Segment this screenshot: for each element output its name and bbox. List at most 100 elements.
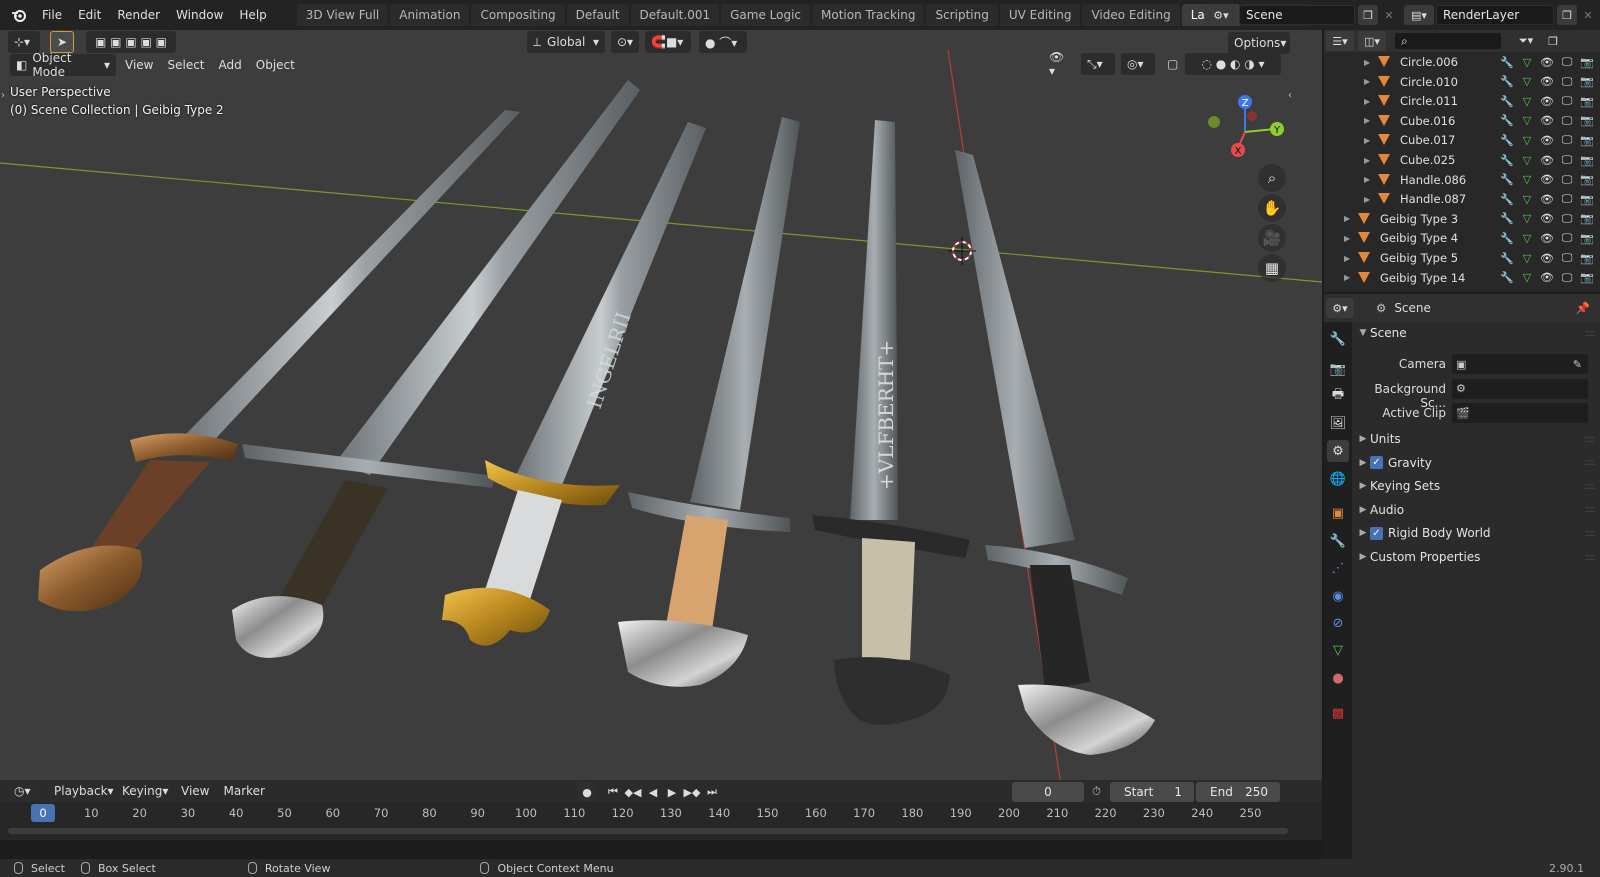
options-dropdown[interactable]: Options ▾	[1228, 32, 1290, 54]
camera-render-icon[interactable]: 📷	[1580, 55, 1594, 69]
outliner-item[interactable]: ▶ Handle.087 🔧 ▽ 👁 🖵 📷	[1324, 189, 1600, 209]
shading-mode-icons[interactable]: ◌ ● ◐ ◑ ▾	[1185, 53, 1281, 75]
timeline-menu-marker[interactable]: Marker	[216, 784, 271, 798]
expand-arrow-icon[interactable]: ▶	[1344, 254, 1350, 263]
eye-icon[interactable]: 👁	[1540, 75, 1554, 89]
toolbar-toggle-icon[interactable]: ›	[1, 90, 5, 101]
expand-arrow-icon[interactable]: ▶	[1344, 234, 1350, 243]
eye-icon[interactable]: 👁	[1540, 114, 1554, 128]
menu-edit[interactable]: Edit	[70, 8, 109, 22]
workspace-tab-game-logic[interactable]: Game Logic	[721, 4, 811, 26]
sidebar-toggle-icon[interactable]: ‹	[1288, 90, 1292, 101]
monitor-icon[interactable]: 🖵	[1560, 192, 1574, 206]
workspace-tab-animation[interactable]: Animation	[390, 4, 470, 26]
world-tab-icon[interactable]: 🌐	[1327, 468, 1349, 490]
prev-keyframe-icon[interactable]: ◆◀	[624, 782, 642, 802]
menu-window[interactable]: Window	[168, 8, 231, 22]
physics-tab-icon[interactable]: ◉	[1327, 585, 1349, 607]
jump-start-icon[interactable]: ⏮	[605, 782, 621, 802]
eye-icon[interactable]: 👁	[1540, 55, 1554, 69]
viewport-menu-view[interactable]: View	[118, 58, 160, 72]
new-view-layer-icon[interactable]: ❐	[1557, 5, 1577, 25]
transform-orientation[interactable]: ⟂ Global ▾	[527, 31, 605, 53]
select-tool-icon[interactable]: ➤	[50, 31, 74, 53]
outliner-item[interactable]: ▶ Circle.006 🔧 ▽ 👁 🖵 📷	[1324, 52, 1600, 72]
constraints-tab-icon[interactable]: ⊘	[1327, 612, 1349, 634]
start-frame-field[interactable]: Start 1	[1110, 782, 1194, 802]
material-tab-icon[interactable]: ●	[1327, 667, 1349, 689]
viewport-menu-object[interactable]: Object	[249, 58, 302, 72]
workspace-tab-default[interactable]: Default	[566, 4, 629, 26]
object-tab-icon[interactable]: ▣	[1327, 502, 1349, 524]
xray-toggle-icon[interactable]: ▢	[1161, 53, 1181, 75]
scene-panel-header[interactable]: ▼ Scene::::	[1356, 322, 1600, 344]
expand-arrow-icon[interactable]: ▶	[1344, 273, 1350, 282]
monitor-icon[interactable]: 🖵	[1560, 114, 1574, 128]
end-frame-field[interactable]: End 250	[1196, 782, 1280, 802]
expand-arrow-icon[interactable]: ▶	[1364, 58, 1370, 67]
workspace-tab-motion-tracking[interactable]: Motion Tracking	[812, 4, 925, 26]
scene-browse-icon[interactable]: ⚙▾	[1205, 5, 1237, 25]
eye-icon[interactable]: 👁	[1540, 173, 1554, 187]
view-layer-tab-icon[interactable]: 🖼	[1327, 412, 1349, 434]
visibility-icon[interactable]: 👁▾	[1043, 50, 1075, 78]
monitor-icon[interactable]: 🖵	[1560, 55, 1574, 69]
menu-render[interactable]: Render	[109, 8, 168, 22]
workspace-tab-video-editing[interactable]: Video Editing	[1082, 4, 1180, 26]
output-tab-icon[interactable]: 🖶	[1327, 385, 1349, 407]
timeline-editor-type-icon[interactable]: ◷▾	[8, 780, 40, 802]
particles-tab-icon[interactable]: ⋰	[1327, 557, 1349, 579]
auto-keying-clock-icon[interactable]: ⏱	[1092, 784, 1101, 799]
scene-tab-icon[interactable]: ⚙	[1327, 440, 1349, 462]
jump-end-icon[interactable]: ⏭	[704, 782, 720, 802]
keying-menu[interactable]: Keying ▾	[116, 780, 172, 802]
outliner-item[interactable]: ▶ Handle.086 🔧 ▽ 👁 🖵 📷	[1324, 170, 1600, 190]
selection-mode-icons[interactable]: ▣ ▣ ▣ ▣ ▣	[86, 31, 176, 53]
section-keying-sets[interactable]: ▶ Keying Sets::::	[1356, 475, 1600, 497]
pivot-point-icon[interactable]: ⊙▾	[611, 31, 639, 53]
eye-icon[interactable]: 👁	[1540, 94, 1554, 108]
3d-viewport[interactable]: INGELRII +VLFBERHT+ ⊹▾ ➤ ▣ ▣ ▣ ▣ ▣ ⟂ Glob…	[0, 30, 1322, 792]
navigation-gizmo[interactable]: Z Y X	[1200, 86, 1300, 186]
expand-arrow-icon[interactable]: ▶	[1344, 214, 1350, 223]
record-icon[interactable]: ●	[578, 782, 596, 802]
monitor-icon[interactable]: 🖵	[1560, 153, 1574, 167]
workspace-tab-3d-view-full[interactable]: 3D View Full	[296, 4, 389, 26]
workspace-tab-uv-editing[interactable]: UV Editing	[999, 4, 1081, 26]
outliner-search-input[interactable]: ⌕	[1394, 32, 1502, 50]
property-field-active-clip[interactable]: 🎬	[1452, 403, 1588, 423]
section-audio[interactable]: ▶ Audio::::	[1356, 499, 1600, 521]
monitor-icon[interactable]: 🖵	[1560, 94, 1574, 108]
camera-render-icon[interactable]: 📷	[1580, 192, 1594, 206]
outliner-item[interactable]: ▶ Geibig Type 3 🔧 ▽ 👁 🖵 📷	[1324, 209, 1600, 229]
eye-icon[interactable]: 👁	[1540, 251, 1554, 265]
outliner-item[interactable]: ▶ Cube.017 🔧 ▽ 👁 🖵 📷	[1324, 130, 1600, 150]
viewport-menu-add[interactable]: Add	[212, 58, 249, 72]
tool-tab-icon[interactable]: 🔧	[1327, 328, 1349, 350]
pin-icon[interactable]: 📌	[1576, 301, 1590, 315]
camera-render-icon[interactable]: 📷	[1580, 231, 1594, 245]
workspace-tab-compositing[interactable]: Compositing	[471, 4, 565, 26]
monitor-icon[interactable]: 🖵	[1560, 212, 1574, 226]
outliner-item[interactable]: ▶ Geibig Type 14 🔧 ▽ 👁 🖵 📷	[1324, 268, 1600, 288]
property-field-camera[interactable]: ▣ ✎	[1452, 354, 1588, 374]
display-mode-icon[interactable]: ◫▾	[1358, 31, 1386, 51]
delete-scene-icon[interactable]: ✕	[1380, 5, 1398, 25]
outliner-item[interactable]: ▶ Cube.016 🔧 ▽ 👁 🖵 📷	[1324, 111, 1600, 131]
outliner-item[interactable]: ▶ Cube.025 🔧 ▽ 👁 🖵 📷	[1324, 150, 1600, 170]
outliner-item[interactable]: ▶ Geibig Type 4 🔧 ▽ 👁 🖵 📷	[1324, 228, 1600, 248]
eye-icon[interactable]: 👁	[1540, 192, 1554, 206]
play-icon[interactable]: ▶	[664, 782, 680, 802]
camera-render-icon[interactable]: 📷	[1580, 153, 1594, 167]
expand-arrow-icon[interactable]: ▶	[1364, 77, 1370, 86]
workspace-tab-scripting[interactable]: Scripting	[926, 4, 998, 26]
camera-render-icon[interactable]: 📷	[1580, 271, 1594, 285]
new-scene-icon[interactable]: ❐	[1358, 5, 1378, 25]
eye-icon[interactable]: 👁	[1540, 231, 1554, 245]
play-reverse-icon[interactable]: ◀	[645, 782, 661, 802]
eye-icon[interactable]: 👁	[1540, 153, 1554, 167]
monitor-icon[interactable]: 🖵	[1560, 133, 1574, 147]
expand-arrow-icon[interactable]: ▶	[1364, 195, 1370, 204]
camera-render-icon[interactable]: 📷	[1580, 94, 1594, 108]
render-tab-icon[interactable]: 📷	[1327, 358, 1349, 380]
